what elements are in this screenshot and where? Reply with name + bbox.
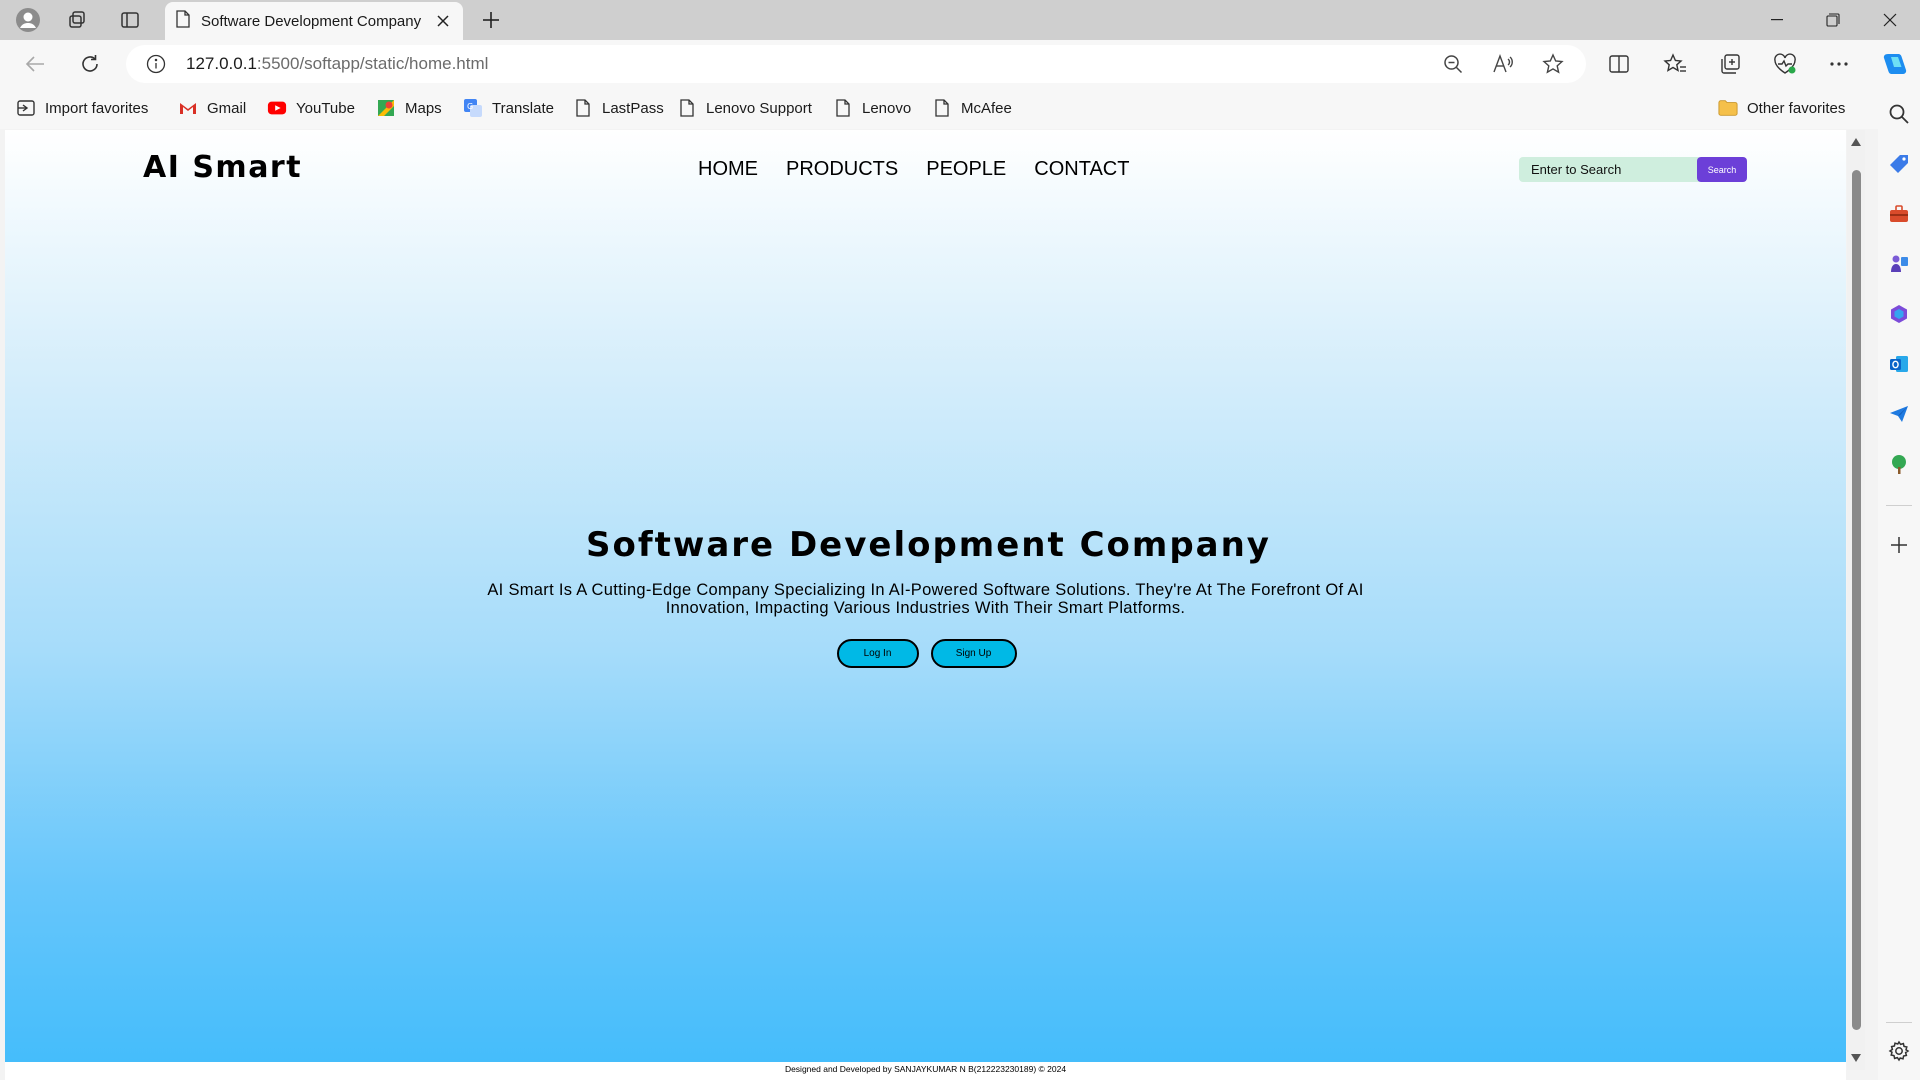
bookmark-maps[interactable]: Maps	[376, 95, 442, 121]
page-scrollbar[interactable]	[1847, 130, 1865, 1070]
page-icon	[932, 98, 952, 118]
bookmark-lenovo[interactable]: Lenovo	[833, 95, 911, 121]
close-window-icon[interactable]	[1862, 0, 1918, 40]
maps-icon	[376, 98, 396, 118]
bookmark-gmail[interactable]: Gmail	[178, 95, 246, 121]
hero-title: Software Development Company	[586, 525, 1271, 565]
copilot-icon[interactable]	[1878, 48, 1910, 80]
url-host: 127.0.0.1	[186, 54, 257, 73]
bookmark-lastpass[interactable]: LastPass	[573, 95, 664, 121]
refresh-icon[interactable]	[73, 48, 107, 80]
games-icon[interactable]	[1886, 251, 1912, 277]
bookmark-label: Lenovo Support	[706, 99, 812, 117]
page-icon	[833, 98, 853, 118]
address-bar[interactable]: 127.0.0.1:5500/softapp/static/home.html	[126, 45, 1586, 83]
site-nav: HOME PRODUCTS PEOPLE CONTACT	[698, 158, 1129, 181]
hero-buttons: Log In Sign Up	[7, 639, 1846, 668]
bookmark-lenovo-support[interactable]: Lenovo Support	[677, 95, 812, 121]
page-icon	[677, 98, 697, 118]
split-screen-icon[interactable]	[1603, 48, 1635, 80]
page-icon	[175, 9, 191, 33]
favorite-star-icon[interactable]	[1539, 51, 1567, 77]
workspaces-icon[interactable]	[57, 6, 97, 34]
new-tab-button[interactable]	[474, 6, 508, 34]
bookmark-youtube[interactable]: YouTube	[267, 95, 355, 121]
bookmark-translate[interactable]: G Translate	[463, 95, 554, 121]
hero-section: Software Development Company AI Smart Is…	[5, 525, 1846, 668]
bookmark-mcafee[interactable]: McAfee	[932, 95, 1012, 121]
settings-gear-icon[interactable]	[1886, 1038, 1912, 1064]
edge-sidebar	[1878, 87, 1920, 1080]
login-button[interactable]: Log In	[836, 639, 919, 668]
microsoft-365-icon[interactable]	[1886, 301, 1912, 327]
tab-actions-icon[interactable]	[110, 6, 150, 34]
import-icon	[16, 98, 36, 118]
more-options-icon[interactable]	[1823, 48, 1855, 80]
other-favorites-folder[interactable]: Other favorites	[1718, 95, 1845, 121]
browser-titlebar: Software Development Company	[0, 0, 1920, 40]
restore-icon[interactable]	[1805, 0, 1861, 40]
tools-icon[interactable]	[1886, 201, 1912, 227]
profile-icon[interactable]	[8, 6, 48, 34]
active-tab[interactable]: Software Development Company	[165, 2, 463, 40]
sidebar-divider	[1886, 1022, 1912, 1023]
bookmarks-bar: Import favorites Gmail YouTube Maps G Tr…	[0, 87, 1880, 129]
nav-products[interactable]: PRODUCTS	[786, 158, 898, 181]
page-icon	[573, 98, 593, 118]
close-tab-icon[interactable]	[433, 11, 453, 31]
back-icon[interactable]	[18, 48, 52, 80]
bookmark-label: YouTube	[296, 99, 355, 117]
search-input[interactable]	[1519, 157, 1699, 182]
nav-people[interactable]: PEOPLE	[926, 158, 1006, 181]
translate-icon: G	[463, 98, 483, 118]
folder-icon	[1718, 98, 1738, 118]
bookmark-label: LastPass	[602, 99, 664, 117]
site-search: Search	[1519, 157, 1749, 182]
hero-description: AI Smart Is A Cutting-Edge Company Speci…	[487, 581, 1364, 617]
collections-icon[interactable]	[1714, 48, 1746, 80]
browser-essentials-icon[interactable]	[1769, 48, 1801, 80]
bookmark-import-favorites[interactable]: Import favorites	[16, 95, 148, 121]
outlook-icon[interactable]	[1886, 351, 1912, 377]
send-icon[interactable]	[1886, 401, 1912, 427]
page-viewport: AI Smart HOME PRODUCTS PEOPLE CONTACT Se…	[5, 130, 1846, 1077]
browser-toolbar: 127.0.0.1:5500/softapp/static/home.html	[0, 40, 1920, 87]
nav-home[interactable]: HOME	[698, 158, 758, 181]
tree-icon[interactable]	[1886, 451, 1912, 477]
other-favorites-label: Other favorites	[1747, 99, 1846, 117]
minimize-icon[interactable]	[1749, 0, 1805, 40]
scroll-thumb[interactable]	[1852, 170, 1861, 1030]
scroll-up-arrow-icon[interactable]	[1850, 136, 1862, 148]
shopping-tag-icon[interactable]	[1886, 151, 1912, 177]
gmail-icon	[178, 98, 198, 118]
search-icon[interactable]	[1886, 101, 1912, 127]
bookmark-label: McAfee	[961, 99, 1012, 117]
bookmark-label: Translate	[492, 99, 554, 117]
site-logo[interactable]: AI Smart	[143, 150, 302, 185]
site-footer: Designed and Developed by SANJAYKUMAR N …	[5, 1062, 1846, 1080]
scroll-down-arrow-icon[interactable]	[1850, 1052, 1862, 1064]
bookmark-label: Import favorites	[45, 99, 149, 117]
signup-button[interactable]: Sign Up	[930, 639, 1017, 668]
svg-text:G: G	[467, 102, 473, 111]
url-text[interactable]: 127.0.0.1:5500/softapp/static/home.html	[186, 54, 488, 74]
bookmark-label: Lenovo	[862, 99, 912, 117]
favorites-icon[interactable]	[1659, 48, 1691, 80]
read-aloud-icon[interactable]	[1489, 51, 1517, 77]
url-path: :5500/softapp/static/home.html	[256, 54, 489, 73]
bookmark-label: Gmail	[207, 99, 247, 117]
sidebar-divider	[1886, 505, 1912, 506]
site-info-icon[interactable]	[142, 51, 170, 77]
zoom-out-icon[interactable]	[1439, 51, 1467, 77]
bookmark-label: Maps	[405, 99, 442, 117]
youtube-icon	[267, 98, 287, 118]
search-button[interactable]: Search	[1697, 157, 1747, 182]
add-icon[interactable]	[1886, 532, 1912, 558]
nav-contact[interactable]: CONTACT	[1034, 158, 1129, 181]
tab-title: Software Development Company	[201, 12, 422, 30]
